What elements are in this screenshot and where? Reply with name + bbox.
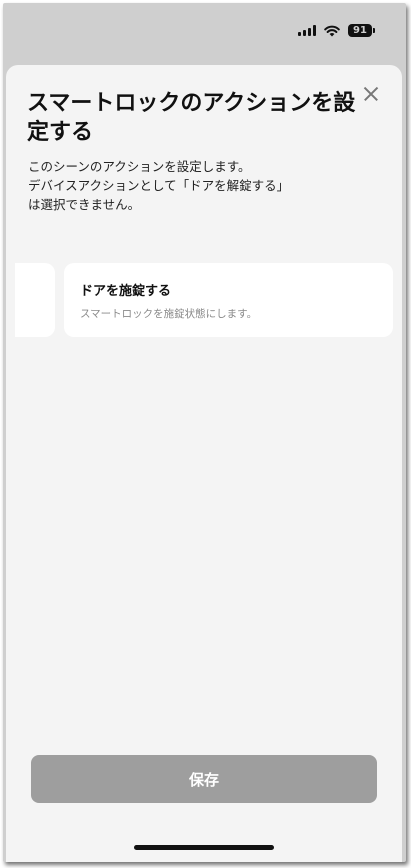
status-indicators: 91 — [298, 24, 375, 37]
phone-frame: 91 スマートロックのアクションを設定する このシーンのアクションを設定します。… — [3, 3, 406, 862]
close-icon[interactable] — [360, 83, 382, 105]
action-card-title: ドアを施錠する — [80, 284, 172, 299]
save-button[interactable]: 保存 — [31, 755, 377, 803]
action-card-partial[interactable] — [15, 263, 55, 337]
home-indicator — [134, 845, 274, 850]
signal-icon — [298, 25, 316, 36]
sheet-description: このシーンのアクションを設定します。 デバイスアクションとして「ドアを解錠する」… — [28, 159, 290, 212]
action-card-subtitle: スマートロックを施錠状態にします。 — [80, 308, 258, 320]
status-bar: 91 — [3, 3, 406, 63]
wifi-icon — [324, 25, 340, 37]
sheet-title: スマートロックのアクションを設定する — [27, 91, 356, 145]
battery-icon: 91 — [348, 24, 375, 37]
lock-door-action-card[interactable]: ドアを施錠する スマートロックを施錠状態にします。 — [64, 263, 393, 337]
action-settings-sheet: スマートロックのアクションを設定する このシーンのアクションを設定します。 デバ… — [6, 65, 402, 862]
